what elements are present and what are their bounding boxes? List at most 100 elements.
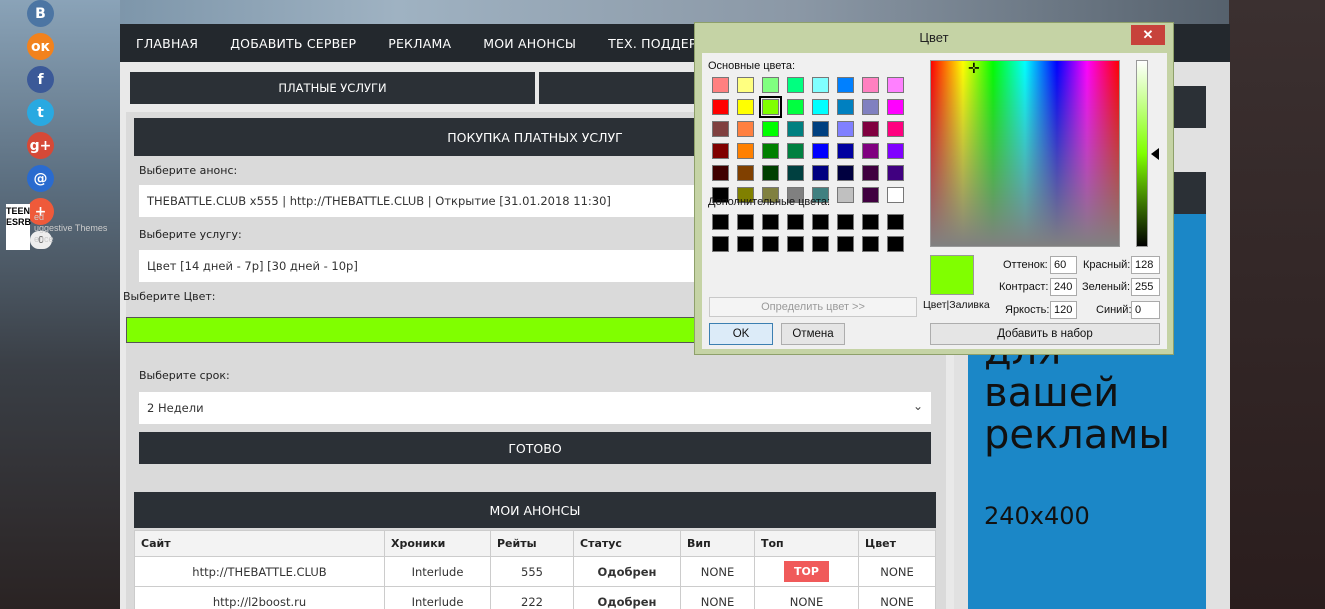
vk-share-icon[interactable]: В [27,0,54,27]
custom-color-swatch[interactable] [712,236,729,252]
custom-color-swatch[interactable] [887,236,904,252]
color-swatch[interactable] [712,143,729,159]
color-swatch[interactable] [862,121,879,137]
custom-color-swatch[interactable] [812,236,829,252]
color-swatch[interactable] [862,143,879,159]
color-spectrum[interactable]: ✛ [930,60,1120,247]
color-swatch[interactable] [737,77,754,93]
color-swatch[interactable] [737,165,754,181]
dialog-body: Основные цвета: Дополнительные цвета: Оп… [702,53,1167,349]
color-swatch[interactable] [887,143,904,159]
cell-site[interactable]: http://THEBATTLE.CLUB [134,556,385,587]
lum-input[interactable]: 120 [1050,301,1077,319]
color-swatch[interactable] [787,121,804,137]
top-badge[interactable]: TOP [784,561,829,582]
green-input[interactable]: 255 [1131,278,1160,296]
my-announces-title: МОИ АНОНСЫ [134,492,936,528]
nav-my-announces[interactable]: МОИ АНОНСЫ [483,36,576,51]
color-swatch[interactable] [862,99,879,115]
color-swatch[interactable] [887,99,904,115]
twitter-share-icon[interactable]: t [27,99,54,126]
custom-color-swatch[interactable] [887,214,904,230]
color-swatch[interactable] [887,121,904,137]
color-swatch[interactable] [887,77,904,93]
blue-input[interactable]: 0 [1131,301,1160,319]
color-swatch[interactable] [837,165,854,181]
color-swatch[interactable] [837,143,854,159]
custom-color-swatch[interactable] [787,214,804,230]
done-button[interactable]: ГОТОВО [139,432,931,464]
color-swatch[interactable] [762,143,779,159]
tab-paid-services[interactable]: ПЛАТНЫЕ УСЛУГИ [130,72,535,104]
color-swatch[interactable] [837,187,854,203]
color-swatch[interactable] [887,187,904,203]
color-swatch[interactable] [712,77,729,93]
color-swatch[interactable] [787,77,804,93]
color-swatch[interactable] [762,165,779,181]
define-color-button[interactable]: Определить цвет >> [709,297,917,317]
cell-rates: 222 [490,586,574,609]
custom-color-swatch[interactable] [812,214,829,230]
odnoklassniki-share-icon[interactable]: ок [27,33,54,60]
color-swatch[interactable] [812,165,829,181]
google-plus-share-icon[interactable]: g+ [27,132,54,159]
cell-rates: 555 [490,556,574,587]
color-swatch[interactable] [762,77,779,93]
background-left [0,0,120,609]
nav-add-server[interactable]: ДОБАВИТЬ СЕРВЕР [230,36,356,51]
table-row: http://l2boost.ru Interlude 222 Одобрен … [134,586,936,609]
custom-color-swatch[interactable] [762,236,779,252]
custom-color-swatch[interactable] [712,214,729,230]
luminance-slider[interactable] [1136,60,1148,247]
custom-color-swatch[interactable] [737,214,754,230]
sat-input[interactable]: 240 [1050,278,1077,296]
custom-color-swatch[interactable] [862,236,879,252]
color-swatch[interactable] [862,187,879,203]
color-swatch[interactable] [712,99,729,115]
red-label: Красный: [1083,259,1131,271]
hue-input[interactable]: 60 [1050,256,1077,274]
color-swatch[interactable] [812,143,829,159]
add-to-custom-button[interactable]: Добавить в набор [930,323,1160,345]
cell-vip: NONE [680,586,755,609]
nav-advertising[interactable]: РЕКЛАМА [388,36,451,51]
close-icon[interactable]: ✕ [1131,25,1165,45]
color-swatch[interactable] [837,99,854,115]
color-swatch[interactable] [862,77,879,93]
color-swatch[interactable] [812,121,829,137]
custom-color-swatch[interactable] [762,214,779,230]
color-swatch[interactable] [862,165,879,181]
custom-color-swatch[interactable] [737,236,754,252]
red-input[interactable]: 128 [1131,256,1160,274]
color-swatch[interactable] [737,143,754,159]
color-swatch[interactable] [787,143,804,159]
color-swatch[interactable] [737,121,754,137]
color-swatch[interactable] [837,77,854,93]
color-swatch[interactable] [712,121,729,137]
luminance-arrow-icon[interactable] [1151,148,1159,160]
nav-home[interactable]: ГЛАВНАЯ [136,36,198,51]
term-select[interactable]: 2 Недели ⌄ [139,392,931,424]
facebook-share-icon[interactable]: f [27,66,54,93]
ok-button[interactable]: OK [709,323,773,345]
cancel-button[interactable]: Отмена [781,323,845,345]
color-swatch[interactable] [812,77,829,93]
custom-color-swatch[interactable] [837,236,854,252]
color-swatch[interactable] [712,165,729,181]
cell-site[interactable]: http://l2boost.ru [134,586,385,609]
custom-color-swatch[interactable] [862,214,879,230]
color-swatch[interactable] [787,165,804,181]
color-swatch[interactable] [759,96,782,118]
mail-share-icon[interactable]: @ [27,165,54,192]
custom-color-swatch[interactable] [787,236,804,252]
custom-color-swatch[interactable] [837,214,854,230]
color-swatch[interactable] [737,99,754,115]
color-swatch[interactable] [762,121,779,137]
cell-color: NONE [858,586,936,609]
color-swatch[interactable] [837,121,854,137]
color-swatch[interactable] [812,99,829,115]
color-swatch[interactable] [887,165,904,181]
color-swatch[interactable] [787,99,804,115]
esrb-rating-logo: TEEN ESRB [6,204,31,250]
preview-label: Цвет|Заливка [923,299,990,311]
